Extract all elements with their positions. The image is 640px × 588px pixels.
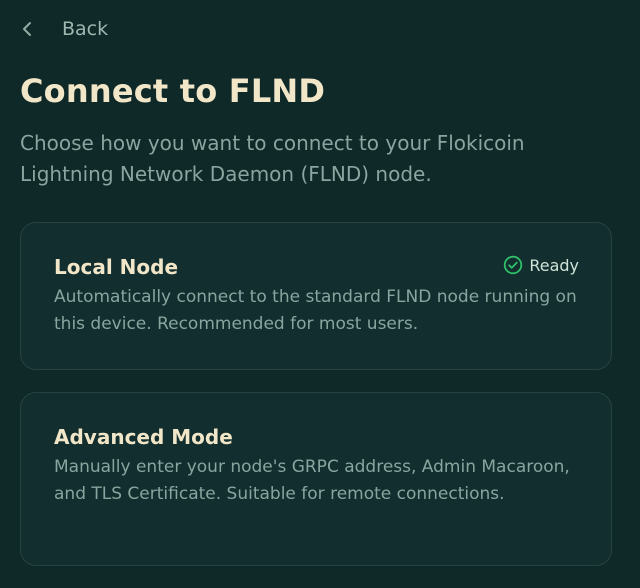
chevron-left-icon (22, 20, 36, 38)
back-label: Back (62, 18, 109, 40)
advanced-mode-option[interactable]: Advanced Mode Manually enter your node's… (20, 392, 612, 566)
local-node-title: Local Node (54, 255, 179, 279)
back-button[interactable]: Back (22, 14, 108, 44)
local-node-option[interactable]: Local Node Ready Automatically connect t… (20, 222, 612, 370)
status-badge: Ready (503, 255, 579, 275)
page-subtitle: Choose how you want to connect to your F… (20, 131, 525, 186)
check-circle-icon (503, 255, 523, 275)
status-label: Ready (529, 255, 579, 275)
page-title: Connect to FLND (20, 72, 326, 110)
advanced-mode-description: Manually enter your node's GRPC address,… (54, 457, 570, 504)
advanced-mode-title: Advanced Mode (54, 425, 233, 449)
local-node-description: Automatically connect to the standard FL… (54, 287, 577, 334)
